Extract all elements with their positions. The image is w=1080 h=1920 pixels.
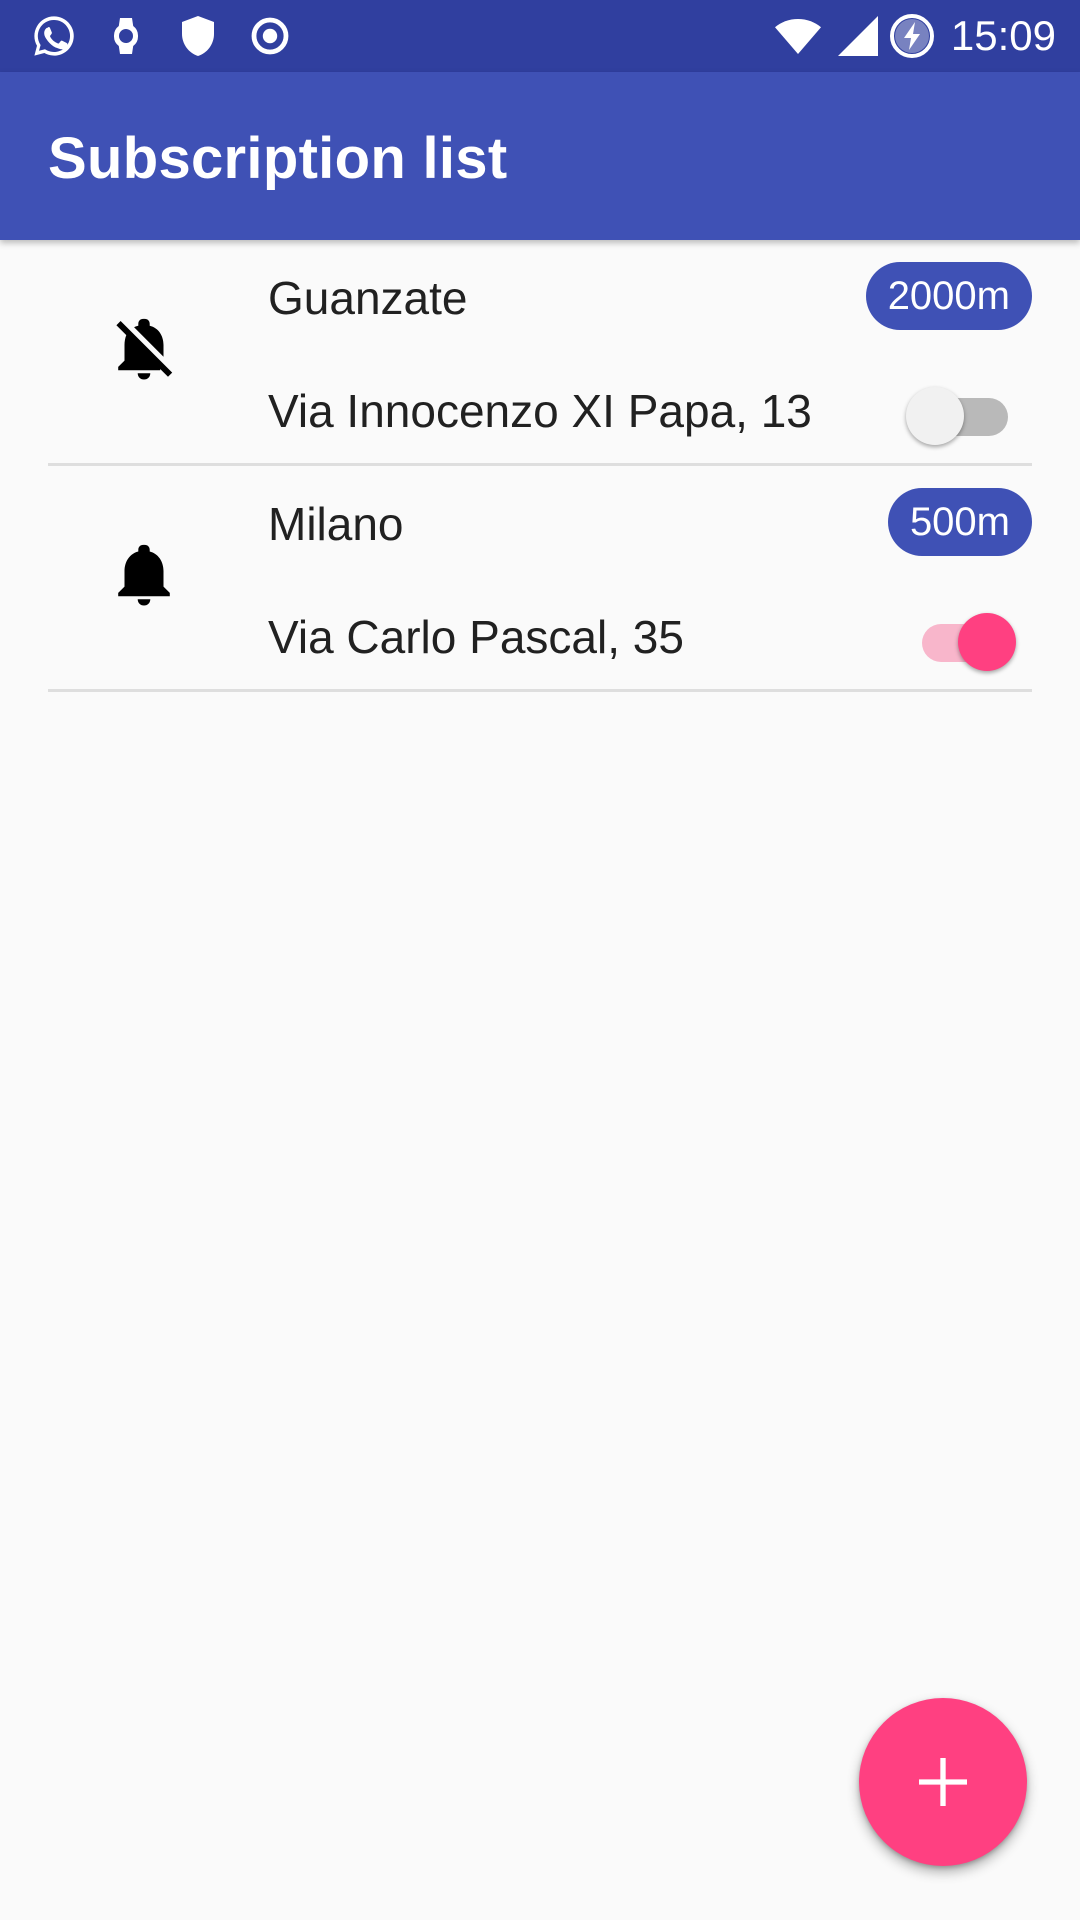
record-icon <box>246 12 294 60</box>
bell-off-icon <box>108 308 180 388</box>
wifi-icon <box>770 12 826 60</box>
signal-icon <box>830 12 886 60</box>
plus-icon <box>911 1750 975 1814</box>
toggle-thumb <box>958 613 1016 671</box>
page-title: Subscription list <box>48 126 508 191</box>
status-time: 15:09 <box>950 12 1056 59</box>
subscription-city: Guanzate <box>268 272 468 324</box>
subscription-address: Via Carlo Pascal, 35 <box>268 611 684 663</box>
list-item[interactable]: Guanzate 2000m Via Innocenzo XI Papa, 13 <box>48 240 1032 466</box>
notification-toggle[interactable] <box>906 378 1022 445</box>
toggle-thumb <box>906 387 964 445</box>
app-bar: Subscription list <box>0 72 1080 240</box>
add-subscription-button[interactable] <box>859 1698 1027 1866</box>
whatsapp-icon <box>30 12 78 60</box>
bell-icon <box>108 534 180 614</box>
list-item[interactable]: Milano 500m Via Carlo Pascal, 35 <box>48 466 1032 692</box>
status-bar: 15:09 <box>0 0 1080 72</box>
subscription-address: Via Innocenzo XI Papa, 13 <box>268 385 812 437</box>
battery-charging-icon <box>888 12 936 60</box>
subscription-list: Guanzate 2000m Via Innocenzo XI Papa, 13… <box>0 240 1080 692</box>
notification-toggle[interactable] <box>910 604 1022 671</box>
subscription-city: Milano <box>268 498 404 550</box>
radius-badge: 500m <box>887 488 1032 556</box>
shield-icon <box>174 12 222 60</box>
watch-icon <box>102 12 150 60</box>
radius-badge: 2000m <box>865 262 1032 330</box>
